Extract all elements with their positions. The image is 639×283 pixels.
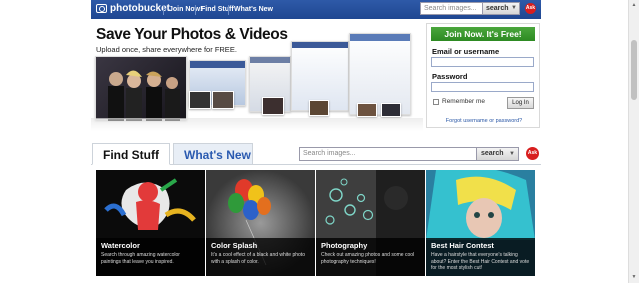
thumbnail-photo-2 [212,91,234,109]
card-caption: Color Splash It's a cool effect of a bla… [206,238,315,276]
thumbnail-photo-1 [189,91,211,109]
card-description: It's a cool effect of a black and white … [211,252,305,265]
hero-banner: Save Your Photos & Videos Upload once, s… [91,23,423,131]
login-panel: Join Now. It's Free! Email or username P… [426,23,540,128]
ask-logo-icon[interactable]: Ask [526,147,539,160]
top-search-button[interactable]: search ▼ [482,2,520,15]
thumbnail-photo-5 [357,103,377,117]
remember-me-checkbox[interactable] [433,99,439,105]
hero-title: Save Your Photos & Videos [96,26,288,43]
nav-whats-new[interactable]: What's New [228,5,273,15]
hero-subtitle: Upload once, share everywhere for FREE. [96,45,237,54]
hero-reflection [91,118,423,131]
top-nav-bar: photobucket Join Now! Find Stuff What's … [91,0,541,19]
tab-find-stuff[interactable]: Find Stuff [92,143,170,165]
myspace-header-bar [190,61,245,68]
card-description: Check out amazing photos and some cool p… [321,252,415,265]
card-title: Watercolor [101,241,140,250]
password-field[interactable] [431,82,534,92]
join-now-button[interactable]: Join Now. It's Free! [431,27,535,41]
ask-logo-label: Ask [527,150,538,156]
blog-header-bar [350,34,410,41]
chevron-down-icon[interactable]: ▼ [511,3,517,14]
email-field[interactable] [431,57,534,67]
card-color-splash[interactable]: Color Splash It's a cool effect of a bla… [206,170,315,276]
top-search-button-label: search [486,5,509,12]
thumbnail-photo-6 [381,103,401,117]
password-label: Password [432,72,468,81]
remember-me-label: Remember me [442,98,485,105]
facebook-header-bar [292,42,348,48]
email-label: Email or username [432,47,500,56]
thumbnail-photo-3 [262,97,284,115]
image-search-button[interactable]: search ▼ [476,147,519,161]
card-description: Have a hairstyle that everyone's talking… [431,252,530,271]
photobucket-logo[interactable]: photobucket [96,3,170,14]
card-caption: Photography Check out amazing photos and… [316,238,425,276]
vertical-scrollbar[interactable]: ▲ ▼ [628,0,639,283]
chevron-down-icon[interactable]: ▼ [509,148,515,160]
card-best-hair-contest[interactable]: Best Hair Contest Have a hairstyle that … [426,170,535,276]
forgot-password-link[interactable]: Forgot username or password? [431,118,537,124]
scrollbar-thumb[interactable] [631,40,637,100]
card-photography[interactable]: Photography Check out amazing photos and… [316,170,425,276]
tab-whats-new[interactable]: What's New [173,143,253,165]
people-photo-illustration [108,70,180,121]
camera-icon [96,4,107,13]
page: photobucket Join Now! Find Stuff What's … [0,0,639,283]
hero-group-photo [95,56,187,121]
ask-logo-label: Ask [525,5,536,11]
card-caption: Watercolor Search through amazing waterc… [96,238,205,276]
thumbnail-photo-4 [309,100,329,116]
log-in-button[interactable]: Log In [507,97,534,109]
image-search-button-label: search [481,150,504,157]
scroll-up-icon[interactable]: ▲ [630,1,638,9]
card-title: Photography [321,241,368,250]
card-caption: Best Hair Contest Have a hairstyle that … [426,238,535,276]
email-header-bar [250,57,290,63]
card-watercolor[interactable]: Watercolor Search through amazing waterc… [96,170,205,276]
card-description: Search through amazing watercolor painti… [101,252,180,265]
ask-logo-icon[interactable]: Ask [525,3,536,14]
card-title: Color Splash [211,241,258,250]
logo-text: photobucket [110,3,170,14]
card-title: Best Hair Contest [431,241,494,250]
scroll-down-icon[interactable]: ▼ [630,273,638,281]
